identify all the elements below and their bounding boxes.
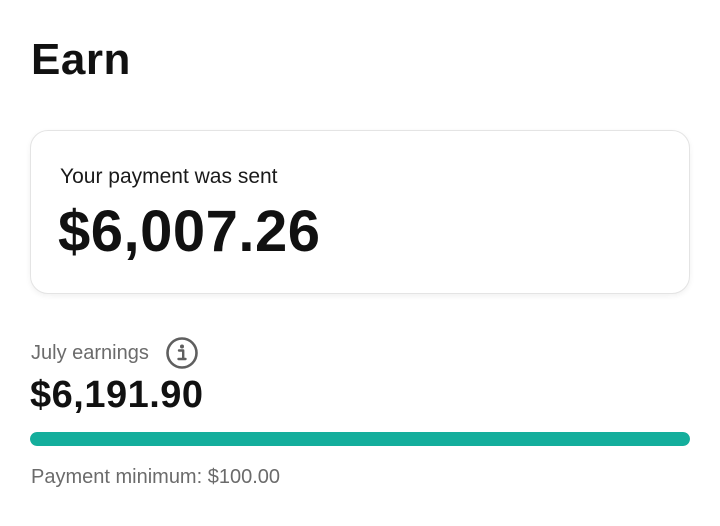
payment-amount: $6,007.26 [58,199,321,264]
info-icon[interactable] [165,336,199,370]
payment-minimum-text: Payment minimum: $100.00 [31,466,281,488]
info-icon-glyph [166,337,198,369]
earnings-progress-fill [30,432,690,446]
page-title: Earn [31,35,131,84]
earnings-amount: $6,191.90 [30,374,204,416]
earnings-label: July earnings [31,342,149,364]
earnings-progress-bar [30,432,690,446]
payment-sent-card: Your payment was sent $6,007.26 [30,130,690,294]
earnings-header: July earnings [31,336,199,370]
payment-status-label: Your payment was sent [60,165,278,188]
